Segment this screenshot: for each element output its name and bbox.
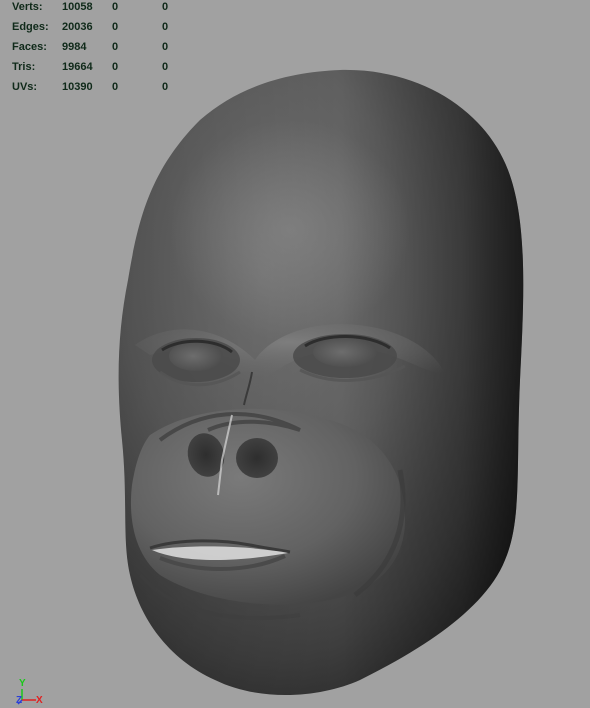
- hud-label: UVs:: [12, 81, 38, 93]
- axis-gizmo: Y Z X: [8, 678, 48, 706]
- gorilla-head-model[interactable]: [0, 0, 590, 708]
- forehead-highlight: [170, 120, 410, 340]
- hud-value: 0: [112, 61, 119, 73]
- hud-value: 0: [162, 1, 169, 13]
- hud-value: 0: [162, 41, 169, 53]
- hud-value: 19664: [62, 61, 93, 73]
- y-axis-label: Y: [19, 678, 26, 689]
- z-axis-label: Z: [16, 695, 23, 706]
- 3d-viewport[interactable]: Verts: 10058 0 0 Edges: 20036 0 0 Faces:…: [0, 0, 590, 708]
- hud-value: 0: [162, 61, 169, 73]
- right-eye: [313, 337, 377, 367]
- hud-value: 0: [112, 41, 119, 53]
- hud-label: Edges:: [12, 21, 49, 33]
- hud-value: 9984: [62, 41, 87, 53]
- hud-value: 10058: [62, 1, 93, 13]
- hud-row-uvs: UVs: 10390 0 0: [0, 80, 190, 100]
- muzzle: [130, 408, 405, 605]
- hud-label: Tris:: [12, 61, 36, 73]
- hud-value: 0: [112, 81, 119, 93]
- x-axis-label: X: [36, 695, 43, 706]
- right-nostril: [236, 438, 278, 478]
- hud-value: 10390: [62, 81, 93, 93]
- hud-label: Verts:: [12, 1, 43, 13]
- poly-count-hud: Verts: 10058 0 0 Edges: 20036 0 0 Faces:…: [0, 0, 190, 100]
- hud-value: 0: [112, 1, 119, 13]
- left-eye: [169, 341, 223, 371]
- hud-value: 0: [112, 21, 119, 33]
- hud-value: 20036: [62, 21, 93, 33]
- hud-label: Faces:: [12, 41, 47, 53]
- hud-value: 0: [162, 21, 169, 33]
- hud-value: 0: [162, 81, 169, 93]
